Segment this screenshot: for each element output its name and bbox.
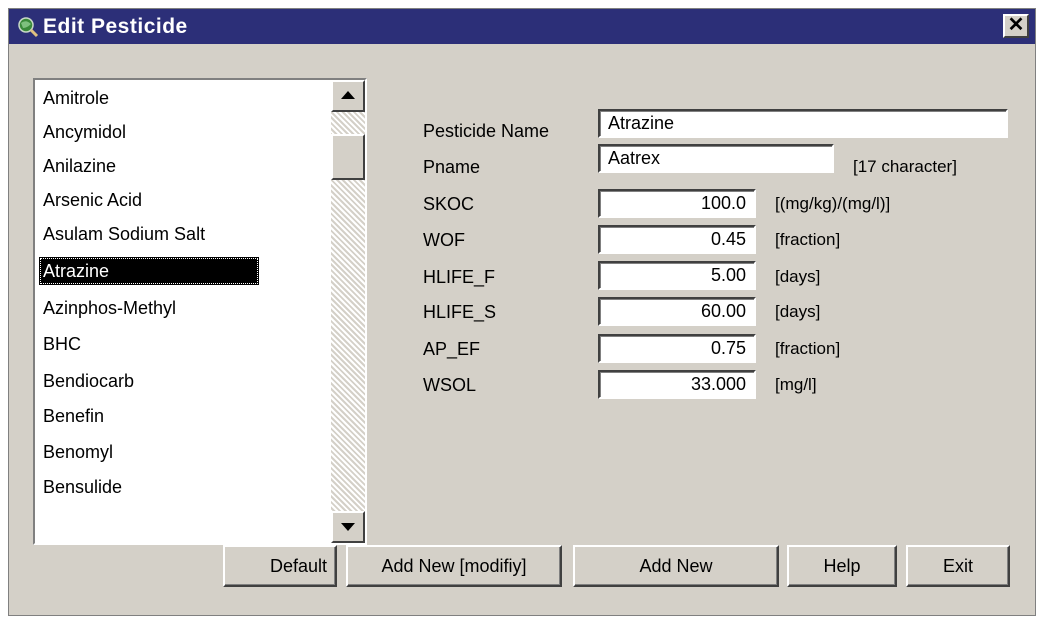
add-new-modify-button[interactable]: Add New [modifiy] [346,545,562,587]
list-item[interactable]: Benefin [39,402,104,430]
close-button[interactable]: ✕ [1003,14,1029,38]
magnifier-globe-icon [18,17,39,38]
ap-ef-label: AP_EF [423,339,481,359]
pesticide-name-label: Pesticide Name [423,121,550,141]
hlife-s-label: HLIFE_S [423,302,497,322]
skoc-label: SKOC [423,194,475,214]
title-bar: Edit Pesticide ✕ [9,9,1035,44]
hlife-f-field[interactable]: 5.00 [598,261,756,290]
close-icon: ✕ [1007,14,1025,36]
list-item[interactable]: Azinphos-Methyl [39,294,176,322]
ap-ef-unit: [fraction] [775,339,841,358]
pname-label: Pname [423,157,481,177]
list-scrollbar[interactable] [331,80,365,543]
wof-label: WOF [423,230,465,250]
skoc-field[interactable]: 100.0 [598,189,756,218]
pesticide-listbox[interactable]: Amitrole Ancymidol Anilazine Arsenic Aci… [33,78,367,545]
hlife-s-unit: [days] [775,302,821,321]
wof-unit: [fraction] [775,230,841,249]
exit-button[interactable]: Exit [906,545,1010,587]
arrow-down-icon [341,523,355,531]
hlife-f-unit: [days] [775,267,821,286]
list-item[interactable]: Asulam Sodium Salt [39,220,205,248]
list-item[interactable]: Bendiocarb [39,367,134,395]
help-button[interactable]: Help [787,545,897,587]
wsol-label: WSOL [423,375,477,395]
wof-field[interactable]: 0.45 [598,225,756,254]
list-item[interactable]: Anilazine [39,152,116,180]
window-title: Edit Pesticide [43,15,188,38]
list-item[interactable]: BHC [39,330,81,358]
list-item-selected[interactable]: Atrazine [39,257,259,285]
skoc-unit: [(mg/kg)/(mg/l)] [775,194,891,213]
list-item[interactable]: Bensulide [39,473,122,501]
list-item[interactable]: Amitrole [39,84,109,112]
default-button[interactable]: Default [223,545,337,587]
pesticide-name-field[interactable]: Atrazine [598,109,1008,138]
list-item[interactable]: Benomyl [39,438,113,466]
ap-ef-field[interactable]: 0.75 [598,334,756,363]
pname-field[interactable]: Aatrex [598,144,834,173]
scroll-up-button[interactable] [331,80,365,112]
wsol-unit: [mg/l] [775,375,817,394]
wsol-field[interactable]: 33.000 [598,370,756,399]
arrow-up-icon [341,91,355,99]
list-item[interactable]: Ancymidol [39,118,126,146]
pname-note: [17 character] [853,157,957,176]
list-item[interactable]: Arsenic Acid [39,186,142,214]
scroll-thumb[interactable] [331,134,365,180]
hlife-f-label: HLIFE_F [423,267,496,287]
edit-pesticide-window: Edit Pesticide ✕ Amitrole Ancymidol Anil… [8,8,1036,616]
hlife-s-field[interactable]: 60.00 [598,297,756,326]
add-new-button[interactable]: Add New [573,545,779,587]
scroll-down-button[interactable] [331,511,365,543]
